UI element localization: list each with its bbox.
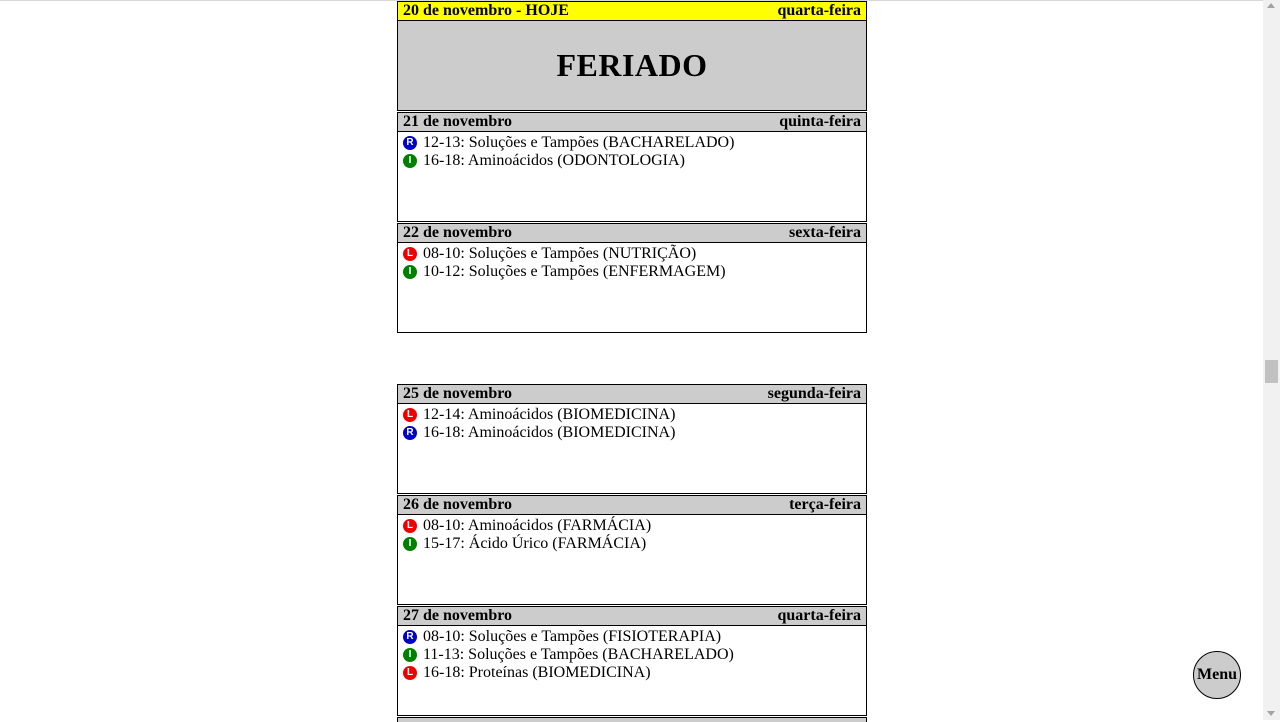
day-date: 20 de novembro - HOJE [403,2,569,19]
event-text: 15-17: Ácido Úrico (FARMÁCIA) [423,535,647,552]
class-type-badge-icon: R [403,136,417,150]
class-type-badge-icon: L [403,408,417,422]
event-item[interactable]: R 16-18: Aminoácidos (BIOMEDICINA) [403,424,861,442]
menu-button[interactable]: Menu [1193,651,1241,699]
class-type-badge-icon: L [403,247,417,261]
event-list: L 08-10: Soluções e Tampões (NUTRIÇÃO) I… [398,243,866,281]
day-header: 20 de novembro - HOJE quarta-feira [398,2,866,21]
day-card-today: 20 de novembro - HOJE quarta-feira FERIA… [397,1,867,111]
event-item[interactable]: L 08-10: Aminoácidos (FARMÁCIA) [403,517,861,535]
class-type-badge-icon: L [403,666,417,680]
scroll-up-arrow-icon[interactable] [1267,3,1275,8]
event-text: 16-18: Aminoácidos (ODONTOLOGIA) [423,152,685,169]
event-item[interactable]: I 16-18: Aminoácidos (ODONTOLOGIA) [403,152,861,170]
event-item[interactable]: L 16-18: Proteínas (BIOMEDICINA) [403,664,861,682]
day-header: 21 de novembro quinta-feira [398,113,866,132]
event-list: R 12-13: Soluções e Tampões (BACHARELADO… [398,132,866,170]
event-item[interactable]: R 12-13: Soluções e Tampões (BACHARELADO… [403,134,861,152]
event-list: R 08-10: Soluções e Tampões (FISIOTERAPI… [398,626,866,682]
day-date: 26 de novembro [403,496,513,513]
event-text: 16-18: Proteínas (BIOMEDICINA) [423,664,651,681]
event-item[interactable]: L 08-10: Soluções e Tampões (NUTRIÇÃO) [403,245,861,263]
day-date: 25 de novembro [403,385,513,402]
scroll-down-arrow-icon[interactable] [1267,711,1275,716]
holiday-label: FERIADO [398,21,866,110]
event-text: 08-10: Soluções e Tampões (NUTRIÇÃO) [423,245,697,262]
event-text: 08-10: Soluções e Tampões (FISIOTERAPIA) [423,628,722,645]
scrollbar-thumb[interactable] [1265,360,1278,383]
weekend-gap [397,334,867,384]
day-date: 21 de novembro [403,113,513,130]
day-weekday: terça-feira [789,496,861,513]
class-type-badge-icon: L [403,519,417,533]
day-card: 22 de novembro sexta-feira L 08-10: Solu… [397,223,867,333]
day-card: 26 de novembro terça-feira L 08-10: Amin… [397,495,867,605]
day-weekday: quarta-feira [777,607,861,624]
day-weekday: quarta-feira [777,2,861,19]
event-text: 12-13: Soluções e Tampões (BACHARELADO) [423,134,735,151]
calendar-column: 20 de novembro - HOJE quarta-feira FERIA… [397,1,867,722]
day-header: 22 de novembro sexta-feira [398,224,866,243]
class-type-badge-icon: R [403,630,417,644]
day-date: 22 de novembro [403,224,513,241]
event-list: L 08-10: Aminoácidos (FARMÁCIA) I 15-17:… [398,515,866,553]
day-date: 27 de novembro [403,607,513,624]
class-type-badge-icon: R [403,426,417,440]
event-text: 16-18: Aminoácidos (BIOMEDICINA) [423,424,676,441]
day-header: 26 de novembro terça-feira [398,496,866,515]
event-item[interactable]: R 08-10: Soluções e Tampões (FISIOTERAPI… [403,628,861,646]
day-header: 25 de novembro segunda-feira [398,385,866,404]
day-weekday: sexta-feira [789,224,861,241]
class-type-badge-icon: I [403,537,417,551]
event-list: L 12-14: Aminoácidos (BIOMEDICINA) R 16-… [398,404,866,442]
event-text: 08-10: Aminoácidos (FARMÁCIA) [423,517,652,534]
event-item[interactable]: L 12-14: Aminoácidos (BIOMEDICINA) [403,406,861,424]
day-weekday: quinta-feira [779,113,861,130]
event-text: 11-13: Soluções e Tampões (BACHARELADO) [423,646,734,663]
day-card: 21 de novembro quinta-feira R 12-13: Sol… [397,112,867,222]
event-item[interactable]: I 15-17: Ácido Úrico (FARMÁCIA) [403,535,861,553]
event-item[interactable]: I 11-13: Soluções e Tampões (BACHARELADO… [403,646,861,664]
vertical-scrollbar[interactable] [1263,0,1280,720]
day-header: 27 de novembro quarta-feira [398,607,866,626]
event-text: 12-14: Aminoácidos (BIOMEDICINA) [423,406,676,423]
day-card: 25 de novembro segunda-feira L 12-14: Am… [397,384,867,494]
day-weekday: segunda-feira [767,385,861,402]
class-type-badge-icon: I [403,648,417,662]
event-text: 10-12: Soluções e Tampões (ENFERMAGEM) [423,263,726,280]
class-type-badge-icon: I [403,265,417,279]
day-card: 27 de novembro quarta-feira R 08-10: Sol… [397,606,867,716]
class-type-badge-icon: I [403,154,417,168]
event-item[interactable]: I 10-12: Soluções e Tampões (ENFERMAGEM) [403,263,861,281]
